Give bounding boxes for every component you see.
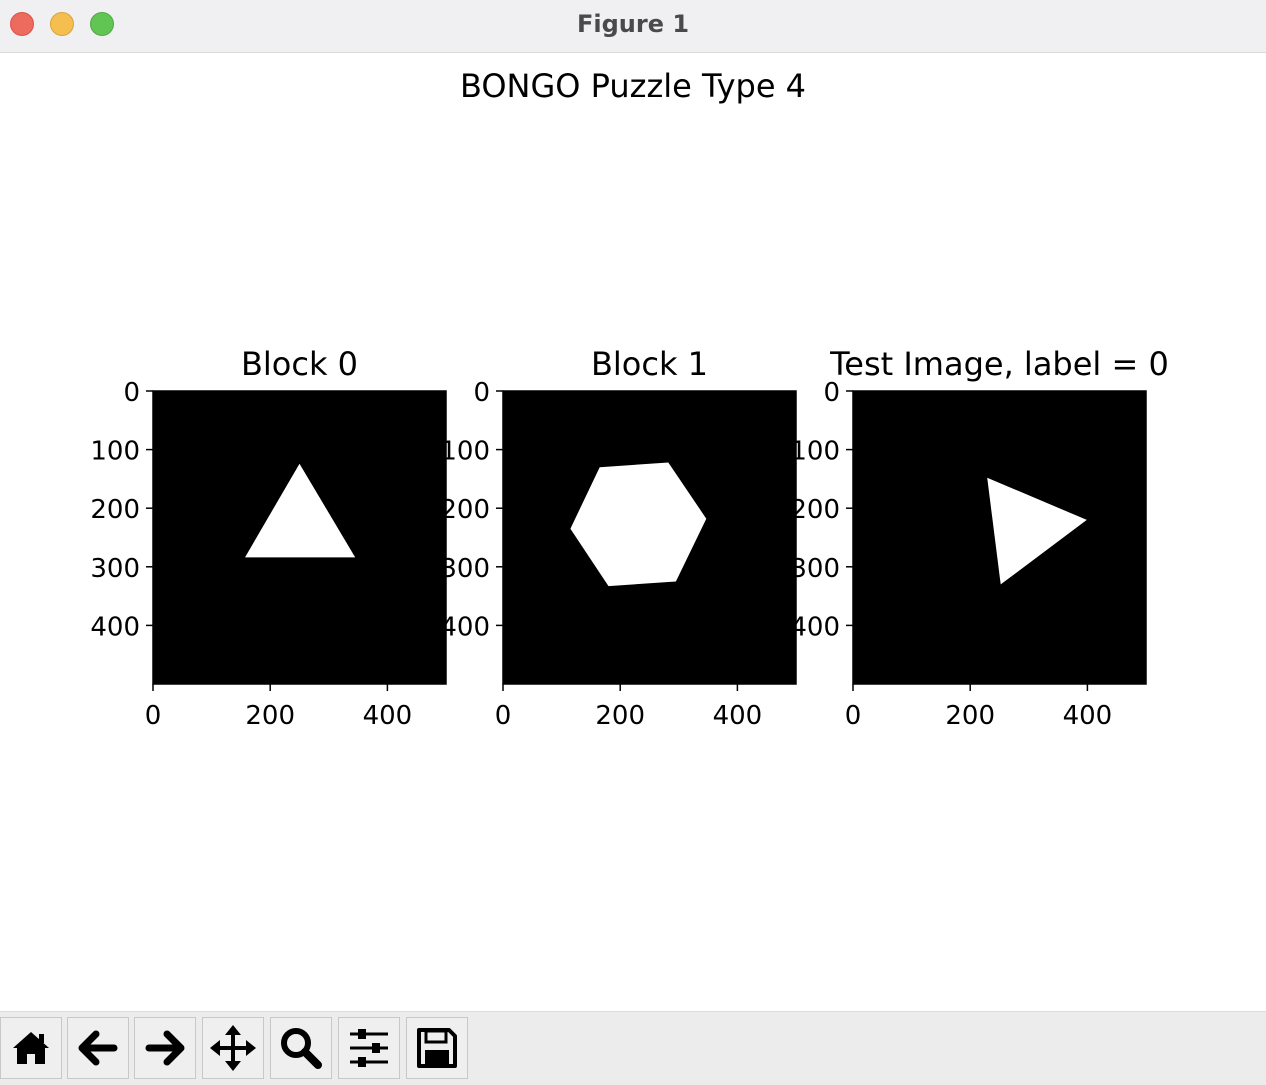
move-icon <box>210 1025 256 1071</box>
save-button[interactable] <box>406 1017 468 1079</box>
x-tick-label: 200 <box>595 701 645 731</box>
y-tick-label: 200 <box>90 495 140 525</box>
figure-canvas[interactable]: BONGO Puzzle Type 4 Block 0 0 100 200 300 400 0… <box>0 53 1266 1011</box>
x-tick-label: 0 <box>145 701 162 731</box>
magnifier-icon <box>281 1028 322 1069</box>
x-tick-label: 200 <box>945 701 995 731</box>
x-tick-label: 400 <box>363 701 413 731</box>
y-tick-label: 200 <box>790 495 840 525</box>
figure-suptitle: BONGO Puzzle Type 4 <box>460 67 806 105</box>
x-tick-label: 0 <box>845 701 862 731</box>
pan-button[interactable] <box>202 1017 264 1079</box>
x-tick-label: 400 <box>1063 701 1113 731</box>
navigation-toolbar <box>0 1011 1266 1085</box>
arrow-left-icon <box>78 1030 118 1066</box>
y-tick-label: 0 <box>823 378 840 408</box>
subplot-0: Block 0 0 100 200 300 400 0 200 400 <box>90 345 447 731</box>
x-tick-label: 0 <box>495 701 512 731</box>
subplot-title: Block 0 <box>241 345 358 383</box>
home-button[interactable] <box>0 1017 62 1079</box>
y-tick-label: 400 <box>440 612 490 642</box>
sliders-icon <box>350 1029 388 1067</box>
back-button[interactable] <box>67 1017 129 1079</box>
configure-subplots-button[interactable] <box>338 1017 400 1079</box>
y-tick-label: 400 <box>90 612 140 642</box>
floppy-disk-icon <box>417 1028 457 1068</box>
x-tick-label: 400 <box>713 701 763 731</box>
x-tick-label: 200 <box>245 701 295 731</box>
title-bar: Figure 1 <box>0 0 1266 53</box>
zoom-button[interactable] <box>270 1017 332 1079</box>
subplot-1: Block 1 0 100 200 300 400 0 200 400 <box>440 345 797 731</box>
forward-button[interactable] <box>134 1017 196 1079</box>
y-tick-label: 300 <box>440 554 490 584</box>
y-tick-label: 200 <box>440 495 490 525</box>
y-tick-label: 300 <box>790 554 840 584</box>
window-title: Figure 1 <box>576 10 690 38</box>
y-tick-label: 100 <box>790 437 840 467</box>
y-tick-label: 100 <box>440 437 490 467</box>
y-tick-label: 0 <box>123 378 140 408</box>
y-tick-label: 100 <box>90 437 140 467</box>
home-icon <box>13 1032 49 1064</box>
subplot-title: Block 1 <box>591 345 708 383</box>
arrow-right-icon <box>145 1030 185 1066</box>
subplot-2: Test Image, label = 001002003004000 200 40… <box>790 345 1168 731</box>
y-tick-label: 400 <box>790 612 840 642</box>
figure-plot: BONGO Puzzle Type 4 Block 0 0 100 200 300 400 0… <box>90 67 1168 731</box>
y-tick-label: 0 <box>473 378 490 408</box>
y-tick-label: 300 <box>90 554 140 584</box>
subplot-title: Test Image, label = 0 <box>829 345 1169 383</box>
